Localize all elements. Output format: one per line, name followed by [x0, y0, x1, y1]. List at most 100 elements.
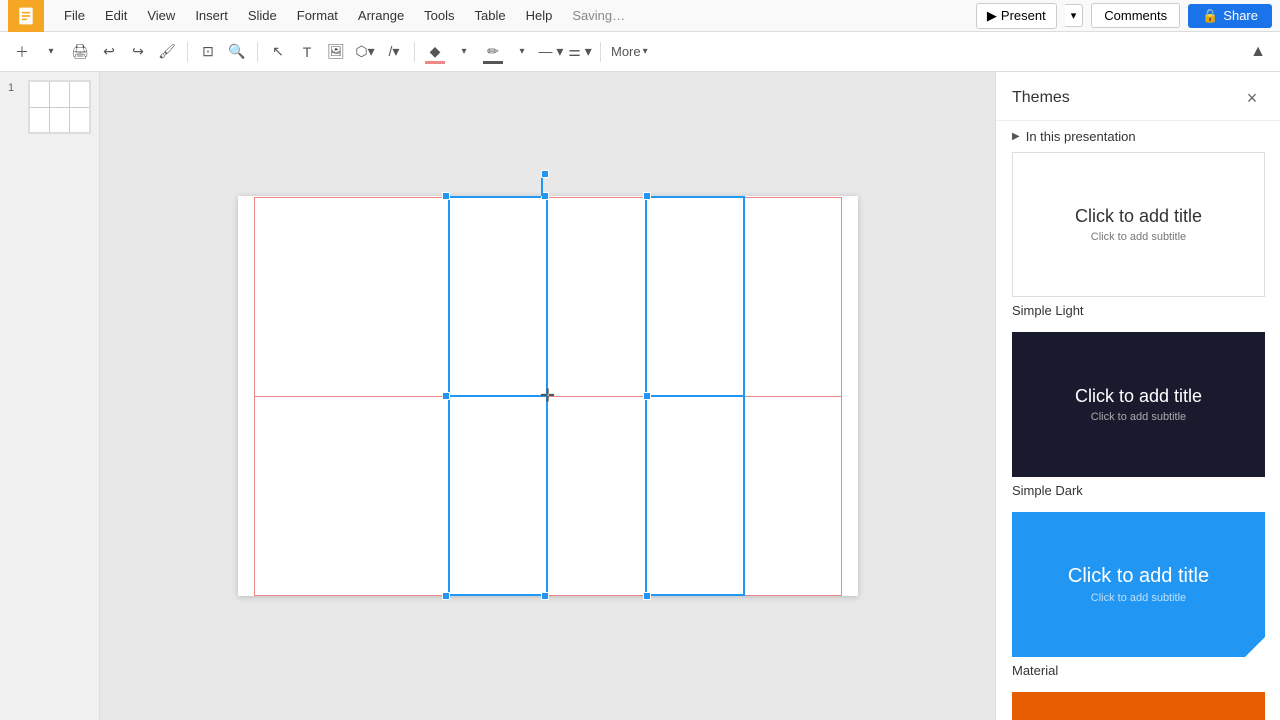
theme-material: Click to add title Click to add subtitle…: [996, 512, 1280, 692]
more-dropdown[interactable]: More ▾: [607, 42, 652, 61]
separator-3: [414, 42, 415, 62]
theme-title-text: Click to add title: [1075, 206, 1202, 227]
theme-preview-streamline[interactable]: Click to add title: [1012, 692, 1265, 720]
menu-arrange[interactable]: Arrange: [350, 4, 412, 27]
more-label: More: [611, 44, 641, 59]
toolbar-group-tools: ↖ T 🖼 ⬡▾ /▾: [264, 38, 408, 66]
collapse-toolbar-button[interactable]: ▲: [1244, 38, 1272, 66]
handle-top-anchor[interactable]: [541, 170, 549, 178]
menu-view[interactable]: View: [139, 4, 183, 27]
lock-icon: 🔒: [1202, 8, 1218, 24]
present-icon: ▶: [987, 8, 997, 24]
table-container: ✛: [254, 196, 842, 596]
handle-bot-right[interactable]: [643, 592, 651, 600]
separator-4: [600, 42, 601, 62]
menu-bar: File Edit View Insert Slide Format Arran…: [0, 0, 1280, 32]
comments-button[interactable]: Comments: [1091, 3, 1180, 28]
handle-bot-mid[interactable]: [541, 592, 549, 600]
theme-sub-text: Click to add subtitle: [1091, 592, 1186, 604]
menu-edit[interactable]: Edit: [97, 4, 135, 27]
theme-title-text: Click to add title: [1068, 565, 1209, 588]
border-weight-dropdown[interactable]: — ▾: [537, 38, 565, 66]
saving-indicator: Saving…: [572, 8, 625, 23]
theme-streamline: Click to add title Streamline: [996, 692, 1280, 720]
select-button[interactable]: ↖: [264, 38, 292, 66]
themes-title: Themes: [1012, 89, 1070, 107]
menu-slide[interactable]: Slide: [240, 4, 285, 27]
theme-sub-text: Click to add subtitle: [1091, 231, 1186, 243]
present-label: Present: [1001, 8, 1046, 23]
more-chevron-icon: ▾: [643, 46, 648, 57]
text-button[interactable]: T: [293, 38, 321, 66]
slide-panel: 1: [0, 72, 100, 720]
handle-mid-left[interactable]: [442, 392, 450, 400]
share-button[interactable]: 🔒 Share: [1188, 4, 1272, 28]
paint-format-button[interactable]: 🖌: [153, 38, 181, 66]
add-button[interactable]: ＋: [8, 38, 36, 66]
theme-sub-text: Click to add subtitle: [1091, 411, 1186, 423]
table-cell-r2c1[interactable]: [254, 396, 449, 595]
menu-file[interactable]: File: [56, 4, 93, 27]
table-cell-r2c3[interactable]: [547, 396, 645, 595]
theme-name-label: Simple Dark: [1012, 483, 1264, 498]
present-dropdown-button[interactable]: ▾: [1065, 4, 1084, 27]
themes-header: Themes ×: [996, 72, 1280, 121]
table-cell-r1c3[interactable]: [547, 197, 645, 396]
fill-dropdown[interactable]: ▾: [450, 38, 478, 66]
present-button[interactable]: ▶ Present: [976, 3, 1057, 29]
themes-panel: Themes × ▶ In this presentation Click to…: [995, 72, 1280, 720]
theme-preview-simple-light[interactable]: Click to add title Click to add subtitle: [1012, 152, 1265, 297]
main-area: 1: [0, 72, 1280, 720]
table-cell-r1c5[interactable]: [744, 197, 841, 396]
menu-insert[interactable]: Insert: [187, 4, 236, 27]
menu-help[interactable]: Help: [518, 4, 561, 27]
zoom-button[interactable]: 🔍: [223, 38, 251, 66]
menu-format[interactable]: Format: [289, 4, 346, 27]
table-cell-r2c4[interactable]: [646, 396, 744, 595]
top-right-controls: ▶ Present ▾ Comments 🔒 Share: [976, 3, 1272, 29]
toolbar-group-file: ＋ ▾ 🖨 ↩ ↪ 🖌: [8, 38, 181, 66]
image-button[interactable]: 🖼: [322, 38, 350, 66]
border-icon: ✏: [487, 43, 499, 60]
add-dropdown[interactable]: ▾: [37, 38, 65, 66]
menu-table[interactable]: Table: [467, 4, 514, 27]
undo-button[interactable]: ↩: [95, 38, 123, 66]
themes-close-button[interactable]: ×: [1240, 86, 1264, 110]
border-color-button[interactable]: ✏: [479, 38, 507, 66]
handle-top-left[interactable]: [442, 192, 450, 200]
redo-button[interactable]: ↪: [124, 38, 152, 66]
table-row: [254, 396, 841, 595]
print-button[interactable]: 🖨: [66, 38, 94, 66]
slide-thumbnail[interactable]: [28, 80, 91, 134]
slide-table[interactable]: [254, 196, 842, 596]
theme-name-label: Simple Light: [1012, 303, 1264, 318]
shapes-dropdown[interactable]: ⬡▾: [351, 38, 379, 66]
theme-name-label: Material: [1012, 663, 1264, 678]
slide-number: 1: [8, 82, 22, 94]
handle-mid-right[interactable]: [643, 392, 651, 400]
table-cell-r1c4[interactable]: [646, 197, 744, 396]
toolbar-group-format: ◆ ▾ ✏ ▾ — ▾ ⚌ ▾: [421, 38, 594, 66]
separator-2: [257, 42, 258, 62]
table-cell-r1c1[interactable]: [254, 197, 449, 396]
separator-1: [187, 42, 188, 62]
line-dropdown[interactable]: /▾: [380, 38, 408, 66]
slide-canvas[interactable]: ✛: [238, 196, 858, 596]
table-cell-r2c2[interactable]: [449, 396, 547, 595]
fit-button[interactable]: ⊡: [194, 38, 222, 66]
table-cell-r2c5[interactable]: [744, 396, 841, 595]
toolbar: ＋ ▾ 🖨 ↩ ↪ 🖌 ⊡ 🔍 ↖ T 🖼 ⬡▾ /▾ ◆ ▾ ✏ ▾ — ▾ …: [0, 32, 1280, 72]
fill-color-button[interactable]: ◆: [421, 38, 449, 66]
theme-simple-light: Click to add title Click to add subtitle…: [996, 152, 1280, 332]
in-presentation-section[interactable]: ▶ In this presentation: [996, 121, 1280, 152]
expand-arrow-icon: ▶: [1012, 131, 1020, 142]
theme-preview-material[interactable]: Click to add title Click to add subtitle: [1012, 512, 1265, 657]
handle-top-right[interactable]: [643, 192, 651, 200]
border-dash-dropdown[interactable]: ⚌ ▾: [566, 38, 594, 66]
table-cell-r1c2[interactable]: [449, 197, 547, 396]
in-presentation-label: In this presentation: [1026, 129, 1136, 144]
handle-bot-left[interactable]: [442, 592, 450, 600]
theme-preview-simple-dark[interactable]: Click to add title Click to add subtitle: [1012, 332, 1265, 477]
border-dropdown[interactable]: ▾: [508, 38, 536, 66]
menu-tools[interactable]: Tools: [416, 4, 462, 27]
